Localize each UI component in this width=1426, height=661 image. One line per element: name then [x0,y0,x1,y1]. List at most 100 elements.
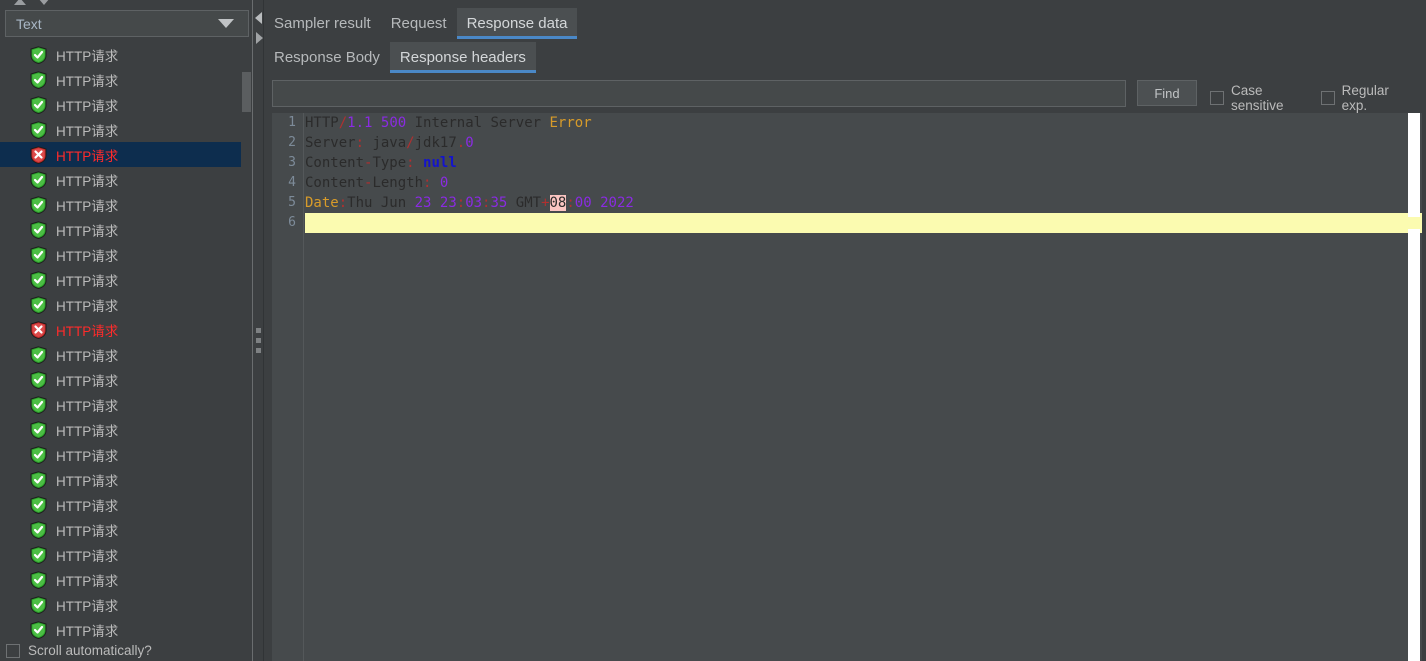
tab-label: Sampler result [274,15,371,32]
tree-item[interactable]: HTTP请求 [0,292,253,317]
tab-sampler-result[interactable]: Sampler result [264,8,381,39]
code-line: Date:Thu Jun 23 23:03:35 GMT+08:00 2022 [305,193,1422,213]
regular-exp-label: Regular exp. [1341,83,1389,113]
sort-controls[interactable] [8,0,68,8]
tree-scrollbar-thumb[interactable] [242,72,251,112]
tree-item-label: HTTP请求 [56,98,119,114]
editor-scrollbar[interactable] [1408,113,1420,661]
tree-item[interactable]: HTTP请求 [0,242,253,267]
tree-item[interactable]: HTTP请求 [0,467,253,492]
subtab-response-headers[interactable]: Response headers [389,42,536,73]
code-token: Error [549,115,592,131]
triangle-left-icon[interactable] [255,12,262,24]
tree-item-label: HTTP请求 [56,473,119,489]
tab-label: Request [390,15,447,32]
sample-result-tree[interactable]: HTTP请求 HTTP请求 HTTP请求 HTTP请求 HTTP请求 HTTP请求 HTTP… [0,42,253,640]
code-token: 2022 [600,195,634,211]
code-line: Server: java/jdk17.0 [305,133,1422,153]
tree-item[interactable]: HTTP请求 [0,142,253,167]
shield-success-icon [30,196,47,215]
code-line: HTTP/1.1 500 Internal Server Error [305,113,1422,133]
shield-success-icon [30,471,47,490]
tree-item[interactable]: HTTP请求 [0,542,253,567]
code-token: . [456,135,466,151]
tree-item[interactable]: HTTP请求 [0,217,253,242]
tree-item-label: HTTP请求 [56,48,119,64]
code-token: 35 [490,195,508,211]
shield-success-icon [30,596,47,615]
shield-success-icon [30,296,47,315]
tree-item[interactable]: HTTP请求 [0,342,253,367]
tree-item-label: HTTP请求 [56,273,119,289]
shield-success-icon [30,346,47,365]
code-token: : [456,195,466,211]
tree-item[interactable]: HTTP请求 [0,267,253,292]
tree-item[interactable]: HTTP请求 [0,567,253,592]
tree-item[interactable]: HTTP请求 [0,367,253,392]
shield-success-icon [30,396,47,415]
tree-item-label: HTTP请求 [56,523,119,539]
response-subtabs[interactable]: Response Body Response headers [264,42,536,73]
tree-item-label: HTTP请求 [56,373,119,389]
tree-item[interactable]: HTTP请求 [0,317,253,342]
vertical-splitter[interactable] [253,0,264,661]
result-tabs[interactable]: Sampler result Request Response data [264,8,578,39]
tab-response-data[interactable]: Response data [456,8,578,39]
tree-item[interactable]: HTTP请求 [0,617,253,640]
response-headers-text[interactable]: HTTP/1.1 500 Internal Server Error Server… [305,113,1422,661]
tree-item-label: HTTP请求 [56,248,119,264]
code-token: : [355,135,365,151]
tree-item[interactable]: HTTP请求 [0,117,253,142]
subtab-response-body[interactable]: Response Body [264,42,390,73]
tree-item[interactable]: HTTP请求 [0,67,253,92]
find-button[interactable]: Find [1137,80,1197,106]
shield-success-icon [30,521,47,540]
code-token: 03 [465,195,483,211]
tree-item[interactable]: HTTP请求 [0,442,253,467]
tree-item-label: HTTP请求 [56,173,119,189]
scroll-automatically-checkbox[interactable] [6,643,20,658]
vertical-splitter-grip [256,328,261,358]
tree-item-label: HTTP请求 [56,73,119,89]
tree-scrollbar[interactable] [241,42,252,640]
code-line [305,213,1422,233]
shield-success-icon [30,46,47,65]
sort-descending-icon[interactable] [38,0,50,5]
view-type-dropdown[interactable]: Text [5,10,249,37]
tree-item-label: HTTP请求 [56,198,119,214]
regular-exp-checkbox[interactable] [1320,91,1335,105]
tree-item[interactable]: HTTP请求 [0,42,253,67]
tree-item[interactable]: HTTP请求 [0,492,253,517]
tree-item[interactable]: HTTP请求 [0,192,253,217]
tree-item[interactable]: HTTP请求 [0,517,253,542]
code-token: / [406,135,415,151]
tree-item[interactable]: HTTP请求 [0,592,253,617]
tree-item[interactable]: HTTP请求 [0,417,253,442]
tree-item[interactable]: HTTP请求 [0,92,253,117]
tree-item-label: HTTP请求 [56,223,119,239]
search-input[interactable] [272,80,1126,107]
tree-item[interactable]: HTTP请求 [0,392,253,417]
results-tree-panel: Text HTTP请求 HTTP请求 HTTP请求 HTTP请求 HTTP请求 HTTP请… [0,0,253,661]
tab-request[interactable]: Request [381,8,457,39]
triangle-right-icon[interactable] [256,32,263,44]
shield-error-icon [30,321,47,340]
tree-item[interactable]: HTTP请求 [0,167,253,192]
shield-success-icon [30,221,47,240]
response-headers-editor[interactable]: 123456 HTTP/1.1 500 Internal Server Erro… [272,113,1422,661]
case-sensitive-checkbox[interactable] [1210,91,1224,105]
sort-ascending-icon[interactable] [14,0,26,5]
code-token: 23 [414,195,432,211]
shield-success-icon [30,121,47,140]
code-token: java [364,135,407,151]
code-token: : [338,195,348,211]
code-token: null [423,155,457,171]
code-token: Type [372,155,407,171]
tab-label: Response Body [274,49,380,66]
scroll-automatically-row[interactable]: Scroll automatically? [6,640,254,661]
view-type-value: Text [16,15,42,32]
line-number: 6 [288,215,296,230]
find-options: Case sensitive Regular exp. [1210,83,1422,113]
code-token: 0 [465,135,474,151]
